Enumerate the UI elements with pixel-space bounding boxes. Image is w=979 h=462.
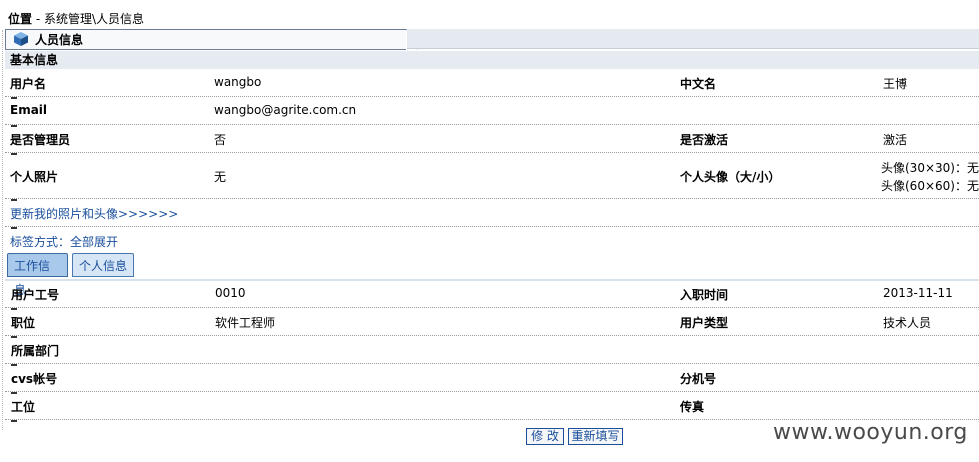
tag-mode: 标签方式：全部展开 — [10, 233, 118, 250]
email-value: wangbo@agrite.com.cn — [214, 103, 357, 117]
position-value: 软件工程师 — [215, 316, 276, 330]
breadcrumb-label: 位置 — [8, 12, 33, 26]
cube-icon — [14, 32, 28, 46]
chinese-name-value: 王博 — [883, 77, 908, 91]
empno-value: 0010 — [215, 286, 246, 300]
breadcrumb: 位置 - 系统管理\人员信息 — [8, 10, 144, 27]
empno-label: 用户工号 — [11, 288, 60, 302]
expand-all-link[interactable]: 全部展开 — [70, 235, 118, 249]
section-basic-info: 基本信息 — [5, 51, 979, 69]
avatar-small-value: 头像(60×60)：无 — [881, 179, 979, 193]
avatar-big-value: 头像(30×30)：无 — [881, 161, 979, 175]
row-marker — [11, 420, 17, 422]
cvs-label: cvs帐号 — [11, 372, 58, 386]
row-admin: 是否管理员 否 是否激活 激活 — [5, 125, 979, 155]
usertype-label: 用户类型 — [680, 316, 729, 330]
extension-label: 分机号 — [680, 372, 717, 386]
hire-date-value: 2013-11-11 — [883, 286, 953, 300]
hire-date-label: 入职时间 — [680, 288, 729, 302]
row-cvs: cvs帐号 分机号 — [5, 364, 979, 394]
row-empno: 用户工号 0010 入职时间 2013-11-11 — [5, 281, 979, 310]
position-label: 职位 — [11, 316, 36, 330]
page-title: 人员信息 — [35, 33, 84, 47]
watermark: www.wooyun.org — [773, 420, 968, 445]
email-label: Email — [10, 103, 48, 117]
username-value: wangbo — [214, 75, 262, 89]
title-bar: 人员信息 — [5, 29, 979, 50]
left-border — [2, 30, 3, 430]
active-value: 激活 — [883, 133, 908, 147]
update-photo-link[interactable]: 更新我的照片和头像>>>>>> — [10, 205, 178, 222]
photo-value: 无 — [214, 170, 227, 184]
row-department: 所属部门 — [5, 336, 979, 366]
breadcrumb-path: - 系统管理\人员信息 — [32, 12, 145, 26]
row-marker — [11, 227, 17, 229]
row-update-link: 更新我的照片和头像>>>>>> — [5, 199, 979, 229]
active-label: 是否激活 — [680, 133, 729, 147]
seat-label: 工位 — [11, 400, 36, 414]
usertype-value: 技术人员 — [883, 316, 932, 330]
row-position: 职位 软件工程师 用户类型 技术人员 — [5, 308, 979, 338]
photo-label: 个人照片 — [10, 170, 59, 184]
chinese-name-label: 中文名 — [680, 77, 717, 91]
tag-mode-label: 标签方式： — [10, 235, 71, 249]
row-seat: 工位 传真 — [5, 392, 979, 422]
tab-personal-info[interactable]: 个人信息 — [72, 253, 134, 277]
row-photo: 个人照片 无 个人头像（大/小） 头像(30×30)：无 头像(60×60)：无 — [5, 153, 979, 201]
reset-button[interactable]: 重新填写 — [568, 428, 623, 445]
admin-value: 否 — [214, 133, 227, 147]
avatar-label: 个人头像（大/小） — [680, 170, 781, 184]
department-label: 所属部门 — [11, 344, 60, 358]
row-email: Email wangbo@agrite.com.cn — [5, 97, 979, 127]
admin-label: 是否管理员 — [10, 133, 71, 147]
username-label: 用户名 — [10, 77, 47, 91]
fax-label: 传真 — [680, 400, 705, 414]
row-username: 用户名 wangbo 中文名 王博 — [5, 69, 979, 99]
tab-work-info[interactable]: 工作信息 — [7, 253, 68, 297]
title-bar-fill — [407, 29, 979, 49]
edit-button[interactable]: 修 改 — [526, 428, 564, 445]
